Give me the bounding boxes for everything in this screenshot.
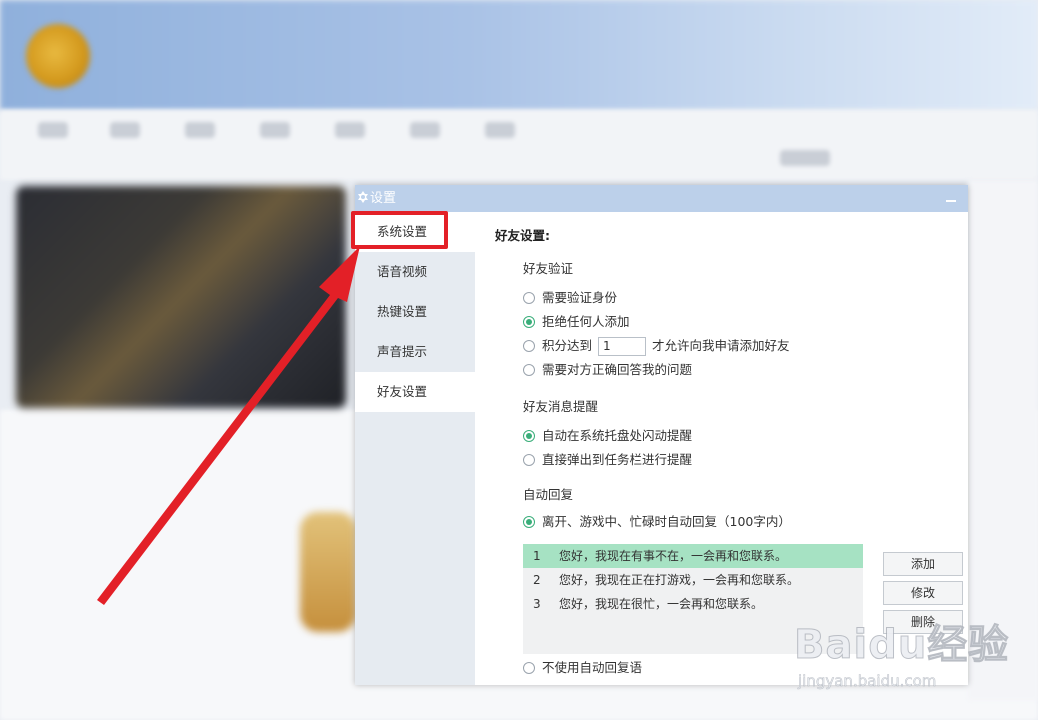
radio-button[interactable] xyxy=(523,292,535,304)
sidebar-item-friend-settings[interactable]: 好友设置 xyxy=(355,372,475,412)
watermark-brand: Baidu经验 xyxy=(793,622,1010,669)
radio-score-threshold[interactable]: 积分达到 才允许向我申请添加好友 xyxy=(523,336,790,356)
sidebar-item-sound[interactable]: 声音提示 xyxy=(355,332,475,372)
row-text: 您好，我现在很忙，一会再和您联系。 xyxy=(559,597,764,611)
row-text: 您好，我现在正在打游戏，一会再和您联系。 xyxy=(559,573,800,587)
radio-button[interactable] xyxy=(523,340,535,352)
section-title: 好友设置: xyxy=(495,228,550,243)
sidebar-item-label: 声音提示 xyxy=(377,344,428,359)
radio-disable-auto-reply[interactable]: 不使用自动回复语 xyxy=(523,659,642,677)
option-suffix: 才允许向我申请添加好友 xyxy=(652,338,790,353)
add-reply-button[interactable]: 添加 xyxy=(883,552,963,576)
edit-reply-button[interactable]: 修改 xyxy=(883,581,963,605)
background-video-thumbnail xyxy=(16,186,346,408)
radio-reject-everyone[interactable]: 拒绝任何人添加 xyxy=(523,313,630,331)
option-label: 积分达到 xyxy=(542,338,593,353)
radio-button-selected[interactable] xyxy=(523,516,535,528)
row-number: 1 xyxy=(533,549,541,563)
row-number: 2 xyxy=(533,573,541,587)
watermark-url: jingyan.baidu.com xyxy=(798,672,937,691)
settings-sidebar: 系统设置 语音视频 热键设置 声音提示 好友设置 xyxy=(355,212,475,685)
option-label: 自动在系统托盘处闪动提醒 xyxy=(542,428,693,443)
dialog-title: 设置 xyxy=(370,191,397,206)
option-label: 离开、游戏中、忙碌时自动回复（100字内） xyxy=(542,514,791,529)
list-item[interactable]: 2 您好，我现在正在打游戏，一会再和您联系。 xyxy=(523,568,863,592)
radio-require-verification[interactable]: 需要验证身份 xyxy=(523,289,617,307)
gear-icon xyxy=(357,189,369,207)
message-alert-title: 好友消息提醒 xyxy=(523,399,599,414)
list-item[interactable]: 1 您好，我现在有事不在，一会再和您联系。 xyxy=(523,544,863,568)
radio-enable-auto-reply[interactable]: 离开、游戏中、忙碌时自动回复（100字内） xyxy=(523,513,791,531)
sidebar-item-voice-video[interactable]: 语音视频 xyxy=(355,252,475,292)
option-label: 需要验证身份 xyxy=(542,290,618,305)
radio-tray-flash[interactable]: 自动在系统托盘处闪动提醒 xyxy=(523,427,692,445)
option-label: 不使用自动回复语 xyxy=(542,660,643,675)
radio-answer-question[interactable]: 需要对方正确回答我的问题 xyxy=(523,361,692,379)
sidebar-item-label: 热键设置 xyxy=(377,304,428,319)
radio-button[interactable] xyxy=(523,662,535,674)
radio-button-selected[interactable] xyxy=(523,316,535,328)
row-number: 3 xyxy=(533,597,541,611)
background-navbar xyxy=(0,110,1038,180)
radio-button-selected[interactable] xyxy=(523,430,535,442)
row-text: 您好，我现在有事不在，一会再和您联系。 xyxy=(559,549,788,563)
radio-taskbar-popup[interactable]: 直接弹出到任务栏进行提醒 xyxy=(523,451,692,469)
radio-button[interactable] xyxy=(523,364,535,376)
sidebar-item-hotkeys[interactable]: 热键设置 xyxy=(355,292,475,332)
verification-title: 好友验证 xyxy=(523,261,574,276)
dialog-titlebar[interactable]: 设置 xyxy=(355,185,968,212)
score-input[interactable] xyxy=(598,336,647,356)
radio-button[interactable] xyxy=(523,454,535,466)
auto-reply-title: 自动回复 xyxy=(523,487,574,502)
sidebar-item-label: 语音视频 xyxy=(377,264,428,279)
option-label: 拒绝任何人添加 xyxy=(542,314,630,329)
background-figure xyxy=(300,512,356,632)
watermark: Baidu经验 jingyan.baidu.com xyxy=(790,608,1030,698)
option-label: 需要对方正确回答我的问题 xyxy=(542,362,693,377)
background-header xyxy=(0,0,1038,110)
annotation-highlight-box xyxy=(351,211,448,249)
background-logo xyxy=(26,24,90,88)
option-label: 直接弹出到任务栏进行提醒 xyxy=(542,452,693,467)
minimize-icon[interactable] xyxy=(944,189,960,207)
sidebar-item-label: 好友设置 xyxy=(377,384,428,399)
